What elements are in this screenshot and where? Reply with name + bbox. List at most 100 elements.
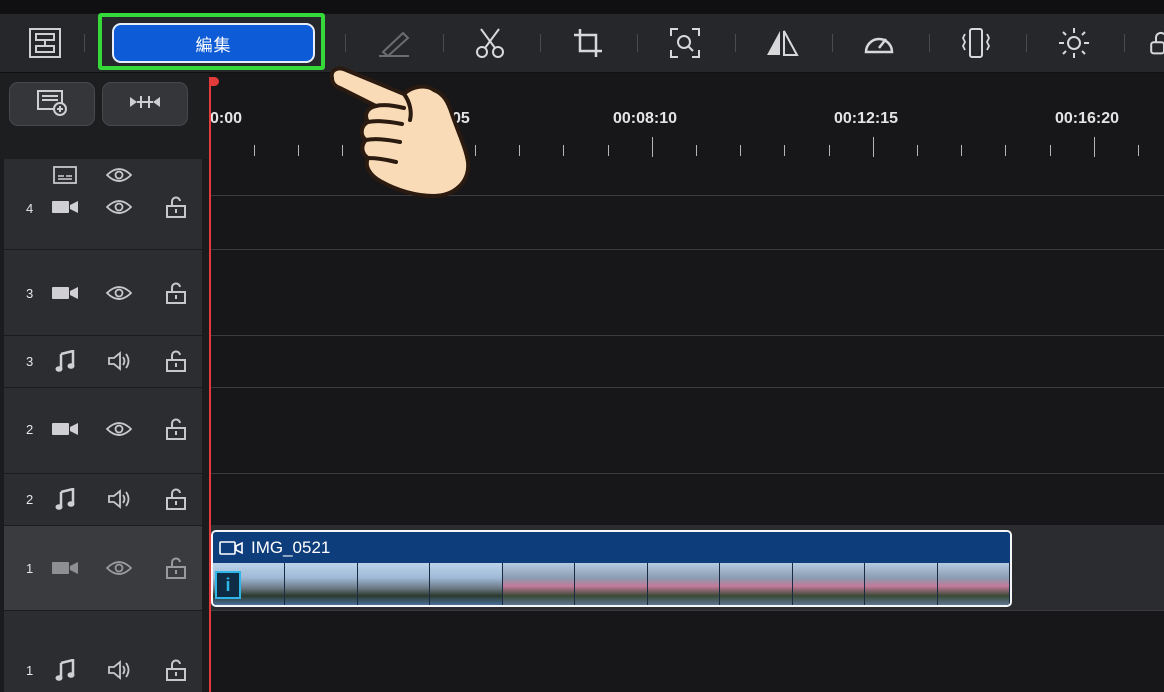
eye-icon[interactable]: [104, 165, 134, 185]
clip-name: IMG_0521: [251, 537, 331, 557]
track-number: 2: [26, 492, 34, 507]
video-camera-icon: [51, 558, 79, 578]
video-clip[interactable]: IMG_0521 i: [211, 530, 1012, 607]
speaker-icon[interactable]: [106, 350, 132, 372]
track-number: 1: [26, 561, 34, 576]
eye-icon[interactable]: [104, 197, 134, 217]
video-camera-icon: [51, 419, 79, 439]
ruler-tick: [1138, 145, 1139, 156]
clip-thumbnail: [937, 563, 1010, 605]
snap-icon: [129, 94, 161, 115]
ruler-tick: [563, 145, 564, 156]
ruler-tick: [1050, 145, 1051, 156]
toolbar-divider: [443, 34, 444, 52]
ruler-tick: [784, 145, 785, 156]
unlock-icon[interactable]: [164, 281, 188, 305]
track-row-selected: 1: [4, 526, 202, 611]
playhead[interactable]: [209, 86, 211, 692]
clip-thumbnail: [285, 563, 358, 605]
clip-thumbnail: [720, 563, 793, 605]
track-number: 3: [26, 354, 34, 369]
eye-icon[interactable]: [104, 419, 134, 439]
clip-thumbnails: [213, 563, 1010, 605]
stabilize-icon[interactable]: [956, 14, 996, 72]
toolbar-divider: [1026, 34, 1027, 52]
clip-thumbnail: [502, 563, 576, 605]
ruler-tick: [1005, 145, 1006, 156]
ruler-tick: [696, 145, 697, 156]
lock-icon[interactable]: [1148, 14, 1164, 72]
track-number: 3: [26, 286, 34, 301]
ruler-tick: [652, 137, 653, 157]
video-clip-icon: [219, 540, 243, 555]
ruler-label: 00:08:10: [613, 110, 678, 127]
layout-icon[interactable]: [26, 14, 64, 72]
clip-thumbnail: [575, 563, 648, 605]
lane-divider: [210, 387, 1164, 388]
track-row: 3: [4, 250, 202, 336]
speed-icon[interactable]: [859, 14, 899, 72]
toolbar-divider: [832, 34, 833, 52]
ruler-tick: [740, 145, 741, 156]
toolbar-divider: [735, 34, 736, 52]
speaker-icon[interactable]: [106, 488, 132, 510]
unlock-icon[interactable]: [164, 658, 188, 682]
video-camera-icon: [51, 197, 79, 217]
eye-icon[interactable]: [104, 283, 134, 303]
ruler-label: 00:12:15: [834, 110, 899, 127]
clip-thumbnail: [430, 563, 503, 605]
ruler-tick: [961, 145, 962, 156]
music-note-icon: [53, 659, 77, 681]
clip-thumbnail: [647, 563, 721, 605]
toolbar-divider: [84, 34, 85, 52]
ruler-tick: [873, 137, 874, 157]
ruler-tick: [917, 145, 918, 156]
clip-thumbnail: [357, 563, 431, 605]
edit-button[interactable]: 編集: [112, 23, 315, 63]
track-number: 4: [26, 201, 34, 216]
clip-thumbnail: [792, 563, 866, 605]
music-note-icon: [53, 488, 77, 510]
unlock-icon[interactable]: [164, 417, 188, 441]
unlock-icon[interactable]: [164, 195, 188, 219]
eye-icon[interactable]: [104, 558, 134, 578]
clip-info-badge[interactable]: i: [215, 571, 241, 599]
clip-header: IMG_0521: [213, 532, 1010, 563]
ruler-label: 00:16:20: [1055, 110, 1120, 127]
ruler-tick: [254, 145, 255, 156]
toolbar-divider: [929, 34, 930, 52]
unlock-icon[interactable]: [164, 487, 188, 511]
speaker-icon[interactable]: [106, 659, 132, 681]
playhead-handle[interactable]: [209, 77, 219, 86]
add-track-button[interactable]: [9, 82, 95, 126]
toolbar-divider: [345, 34, 346, 52]
ruler-tick: [298, 145, 299, 156]
brightness-icon[interactable]: [1054, 14, 1094, 72]
ruler-tick: [519, 145, 520, 156]
lane-divider: [210, 473, 1164, 474]
ruler-tick: [829, 145, 830, 156]
pointing-hand-icon: [329, 66, 471, 198]
lane-divider: [210, 249, 1164, 250]
snap-button[interactable]: [102, 82, 188, 126]
add-track-icon: [36, 88, 68, 121]
toolbar-divider: [1124, 34, 1125, 52]
track-row: 2: [4, 474, 202, 526]
flip-icon[interactable]: [762, 14, 802, 72]
clip-thumbnail: [865, 563, 938, 605]
unlock-icon[interactable]: [164, 349, 188, 373]
subtitle-icon[interactable]: [51, 165, 79, 185]
toolbar-divider: [637, 34, 638, 52]
video-camera-icon: [51, 283, 79, 303]
track-row: 3: [4, 336, 202, 388]
ruler-label: 0:00: [210, 110, 243, 127]
track-header-panel: 4 3 3 2 2 1 1: [4, 159, 202, 692]
ruler-tick: [1094, 137, 1095, 157]
music-note-icon: [53, 350, 77, 372]
track-number: 2: [26, 422, 34, 437]
unlock-icon[interactable]: [164, 556, 188, 580]
track-row: 2: [4, 388, 202, 474]
track-number: 1: [26, 663, 34, 678]
crop-icon[interactable]: [568, 14, 608, 72]
zoom-icon[interactable]: [665, 14, 705, 72]
